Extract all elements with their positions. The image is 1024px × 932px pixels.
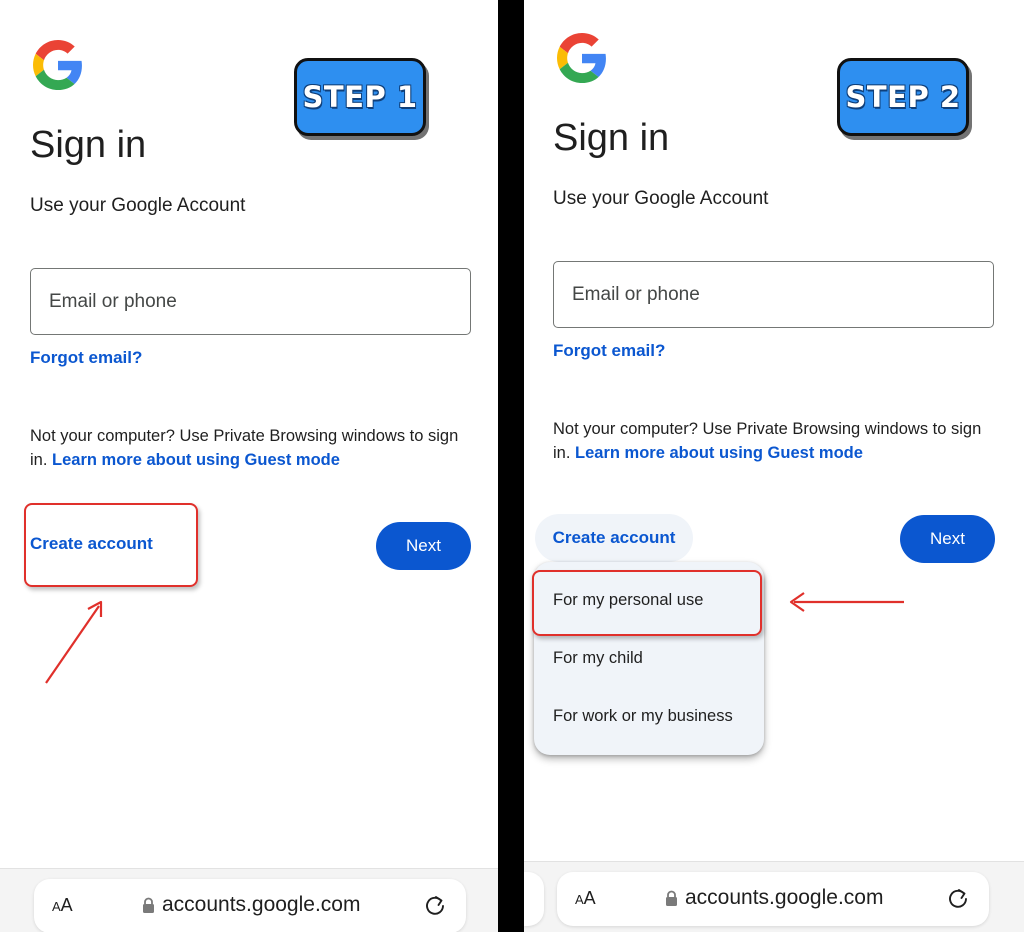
step-2-panel: STEP 2 Sign in Use your Google Account F… bbox=[524, 0, 1024, 932]
reload-icon[interactable] bbox=[947, 887, 969, 909]
email-field[interactable] bbox=[30, 268, 471, 335]
previous-tab-pill bbox=[524, 872, 544, 926]
step-1-panel: STEP 1 Sign in Use your Google Account F… bbox=[0, 0, 498, 932]
lock-icon bbox=[143, 897, 154, 913]
lock-icon bbox=[666, 890, 677, 906]
create-account-highlight bbox=[24, 503, 198, 587]
text-size-button[interactable]: AA bbox=[575, 888, 596, 909]
private-browsing-notice: Not your computer? Use Private Browsing … bbox=[30, 424, 470, 472]
guest-mode-link[interactable]: Learn more about using Guest mode bbox=[575, 444, 863, 462]
url-text: accounts.google.com bbox=[162, 893, 361, 916]
page-title: Sign in bbox=[30, 124, 147, 166]
browser-toolbar: AA accounts.google.com bbox=[524, 861, 1024, 932]
forgot-email-link[interactable]: Forgot email? bbox=[30, 348, 142, 368]
google-logo-icon bbox=[557, 33, 607, 83]
text-size-button[interactable]: AA bbox=[52, 895, 73, 916]
page-subtitle: Use your Google Account bbox=[553, 188, 769, 209]
guest-mode-link[interactable]: Learn more about using Guest mode bbox=[52, 451, 340, 469]
create-account-button[interactable]: Create account bbox=[535, 514, 693, 562]
next-button[interactable]: Next bbox=[376, 522, 471, 570]
panel-divider bbox=[498, 0, 524, 932]
browser-toolbar: AA accounts.google.com bbox=[0, 868, 498, 932]
menu-item-child[interactable]: For my child bbox=[553, 649, 643, 668]
menu-item-work-business[interactable]: For work or my business bbox=[553, 707, 733, 726]
address-bar[interactable]: AA accounts.google.com bbox=[34, 879, 466, 932]
url-text: accounts.google.com bbox=[685, 886, 884, 909]
email-field[interactable] bbox=[553, 261, 994, 328]
next-button[interactable]: Next bbox=[900, 515, 995, 563]
address-bar[interactable]: AA accounts.google.com bbox=[557, 872, 989, 926]
step-1-badge: STEP 1 bbox=[294, 58, 426, 136]
private-browsing-notice: Not your computer? Use Private Browsing … bbox=[553, 417, 993, 465]
page-title: Sign in bbox=[553, 117, 670, 159]
reload-icon[interactable] bbox=[424, 894, 446, 916]
step-2-badge: STEP 2 bbox=[837, 58, 969, 136]
page-subtitle: Use your Google Account bbox=[30, 195, 246, 216]
forgot-email-link[interactable]: Forgot email? bbox=[553, 341, 665, 361]
personal-use-highlight bbox=[532, 570, 762, 636]
google-logo-icon bbox=[33, 40, 83, 90]
